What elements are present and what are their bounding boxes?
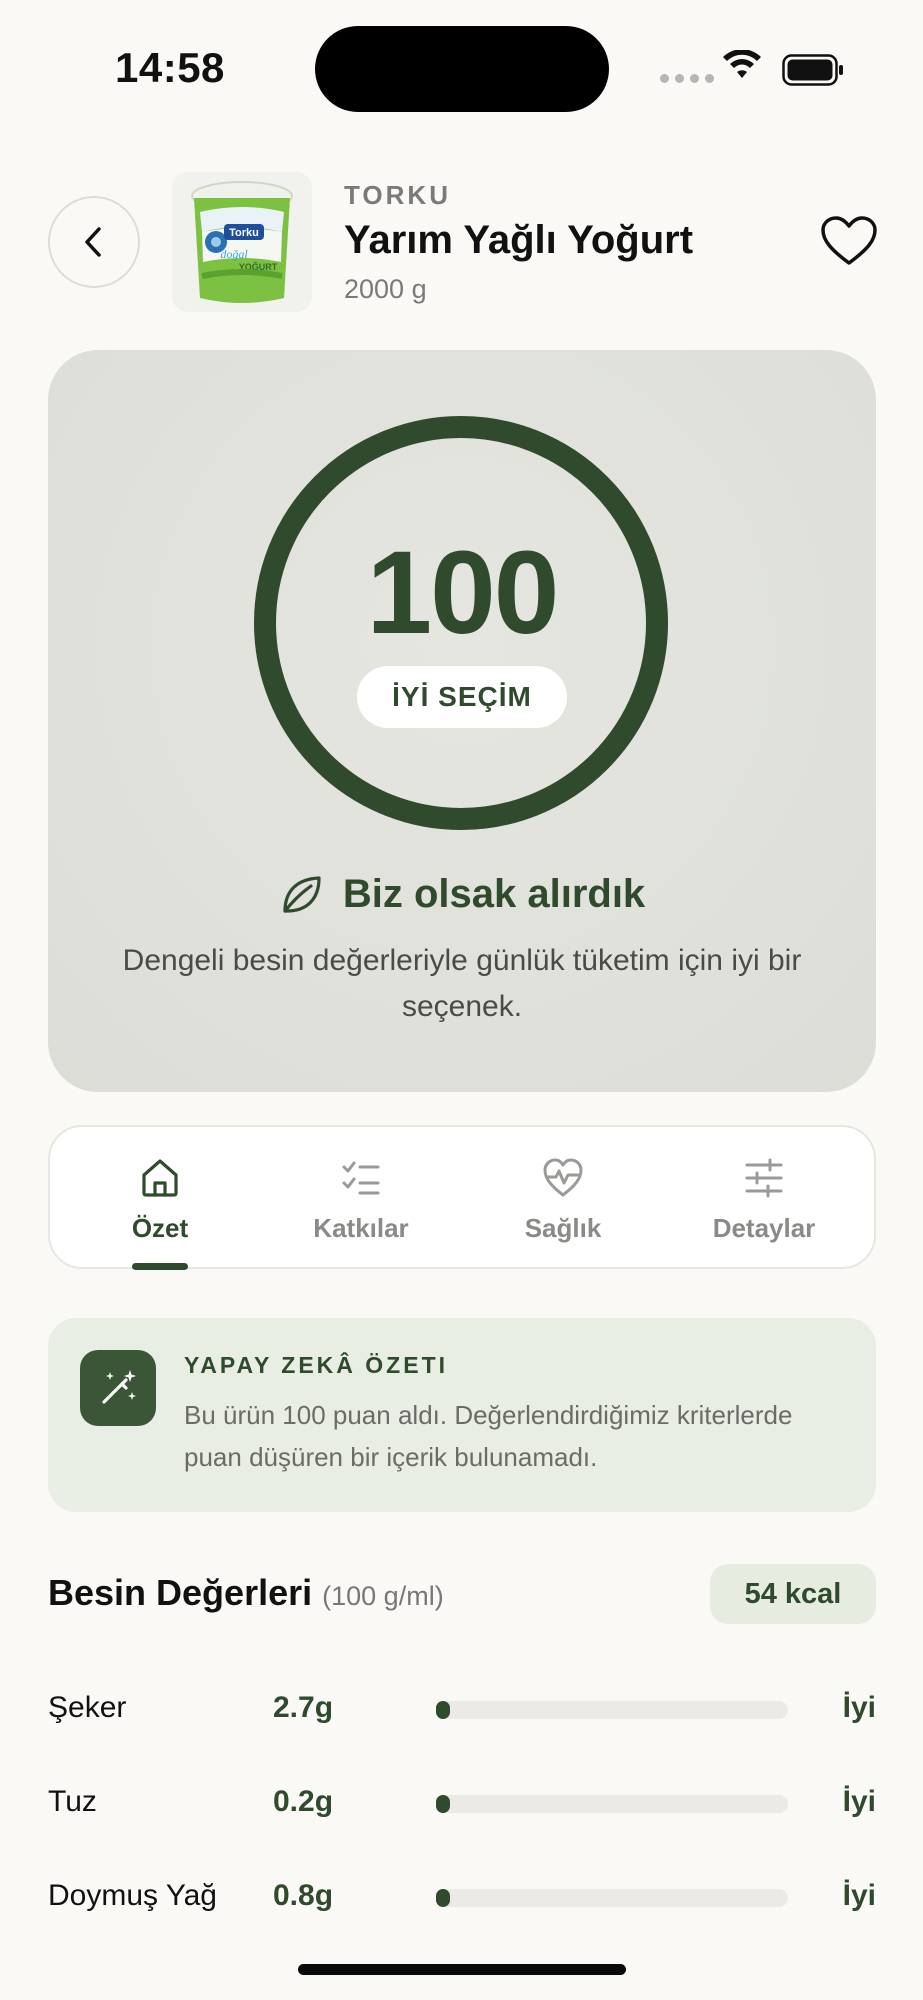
nutrient-name: Tuz [48, 1785, 97, 1818]
nutrient-status: İyi [842, 1785, 876, 1818]
tab-katkilar[interactable]: Katkılar [261, 1157, 461, 1244]
chevron-left-icon [85, 227, 101, 257]
ai-summary-text: Bu ürün 100 puan aldı. Değerlendirdiğimi… [184, 1400, 793, 1472]
nutrition-title: Besin Değerleri (100 g/ml) [48, 1572, 444, 1614]
dynamic-island [315, 26, 609, 112]
heart-pulse-icon [543, 1158, 583, 1197]
nutrient-level-track [436, 1795, 788, 1813]
nutrient-status: İyi [842, 1691, 876, 1724]
kcal-badge: 54 kcal [710, 1564, 876, 1624]
ai-summary-card: YAPAY ZEKÂ ÖZETI Bu ürün 100 puan aldı. … [48, 1318, 876, 1512]
active-tab-indicator [132, 1263, 188, 1270]
nutrient-level-track [436, 1701, 788, 1719]
favorite-button[interactable] [820, 215, 878, 267]
nutrition-unit: (100 g/ml) [322, 1581, 444, 1611]
nutrient-value: 0.8g [273, 1879, 334, 1912]
leaf-icon [283, 875, 321, 913]
ai-icon-tile [80, 1350, 156, 1426]
tab-saglik[interactable]: Sağlık [463, 1157, 663, 1244]
score-badge: İYİ SEÇİM [357, 666, 567, 728]
home-icon [142, 1159, 178, 1197]
score-card: 100 İYİ SEÇİM Biz olsak alırdık Dengeli … [48, 350, 876, 1092]
ai-summary-title: YAPAY ZEKÂ ÖZETI [184, 1352, 449, 1378]
tab-label: Sağlık [524, 1213, 602, 1243]
nutrient-name: Şeker [48, 1691, 127, 1724]
brand-label: TORKU [344, 180, 451, 210]
battery-icon [782, 54, 843, 86]
nutrient-status: İyi [842, 1879, 876, 1912]
nutrient-value: 2.7g [273, 1691, 334, 1724]
signal-icon [660, 74, 714, 83]
nutrition-title-text: Besin Değerleri [48, 1572, 313, 1613]
verdict-title: Biz olsak alırdık [342, 872, 646, 916]
product-image: Torku doğal YOĞURT [172, 172, 312, 312]
verdict-row: Biz olsak alırdık [48, 872, 876, 917]
nutrient-level-fill [436, 1701, 450, 1719]
status-icons [660, 50, 850, 90]
score-value: 100 [366, 527, 560, 659]
tab-ozet[interactable]: Özet [60, 1157, 260, 1244]
nutrient-level-fill [436, 1795, 450, 1813]
status-bar: 14:58 [0, 0, 923, 130]
nutrition-row-seker: Şeker 2.7g İyi [48, 1683, 876, 1733]
product-size: 2000 g [344, 274, 427, 304]
tab-label: Detaylar [712, 1213, 816, 1243]
thumb-line1-text: doğal [220, 247, 248, 261]
heart-icon [821, 216, 877, 265]
verdict-description: Dengeli besin değerleriyle günlük tüketi… [122, 944, 802, 1023]
nutrition-row-tuz: Tuz 0.2g İyi [48, 1777, 876, 1827]
sliders-icon [745, 1158, 783, 1198]
status-time: 14:58 [115, 44, 225, 91]
nutrition-row-doymus-yag: Doymuş Yağ 0.8g İyi [48, 1871, 876, 1921]
nutrient-name: Doymuş Yağ [48, 1879, 217, 1912]
wifi-icon [723, 50, 761, 78]
tab-detaylar[interactable]: Detaylar [664, 1157, 864, 1244]
tab-label: Özet [131, 1213, 189, 1243]
magic-wand-icon [102, 1370, 136, 1404]
back-button[interactable] [48, 196, 140, 288]
nutrient-level-track [436, 1889, 788, 1907]
nutrient-level-fill [436, 1889, 450, 1907]
checklist-icon [342, 1161, 380, 1195]
tab-bar: Özet Katkılar Sağlık Detaylar [48, 1125, 876, 1270]
home-indicator [298, 1964, 626, 1975]
product-name: Yarım Yağlı Yoğurt [344, 218, 694, 262]
nutrient-value: 0.2g [273, 1785, 334, 1818]
tab-label: Katkılar [313, 1213, 409, 1243]
thumb-brand-text: Torku [229, 227, 259, 239]
